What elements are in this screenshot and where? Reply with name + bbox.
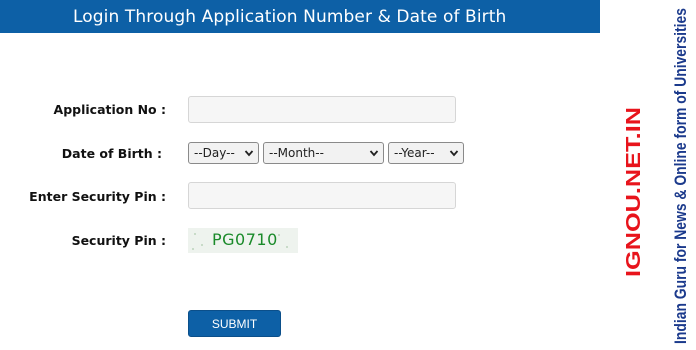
captcha-image: PG0710 — [188, 228, 298, 253]
captcha-noise — [278, 234, 280, 236]
chevron-down-icon — [449, 150, 459, 157]
submit-button[interactable]: SUBMIT — [188, 310, 281, 337]
year-select[interactable]: --Year-- — [388, 142, 464, 164]
watermark-site: IGNOU.NET.IN — [623, 107, 645, 277]
application-no-label: Application No : — [53, 102, 166, 117]
year-select-value: --Year-- — [394, 146, 435, 160]
page-header: Login Through Application Number & Date … — [0, 0, 600, 33]
security-pin-input[interactable] — [188, 182, 456, 209]
date-of-birth-label: Date of Birth : — [61, 146, 162, 161]
site-watermark: IGNOU.NET.IN Indian Guru for News & Onli… — [623, 8, 690, 344]
day-select-value: --Day-- — [194, 146, 235, 160]
watermark-tagline: Indian Guru for News & Online form of Un… — [671, 8, 690, 344]
captcha-noise — [194, 233, 196, 235]
enter-security-pin-label: Enter Security Pin : — [29, 189, 166, 204]
chevron-down-icon — [244, 150, 254, 157]
month-select[interactable]: --Month-- — [263, 142, 384, 164]
security-pin-label: Security Pin : — [71, 233, 166, 248]
captcha-noise — [192, 248, 194, 250]
captcha-noise — [286, 246, 288, 248]
page-title: Login Through Application Number & Date … — [73, 7, 507, 27]
application-no-input[interactable] — [188, 96, 456, 123]
chevron-down-icon — [369, 150, 379, 157]
captcha-noise — [201, 244, 203, 246]
day-select[interactable]: --Day-- — [188, 142, 259, 164]
month-select-value: --Month-- — [269, 146, 324, 160]
captcha-text: PG0710 — [212, 230, 278, 249]
